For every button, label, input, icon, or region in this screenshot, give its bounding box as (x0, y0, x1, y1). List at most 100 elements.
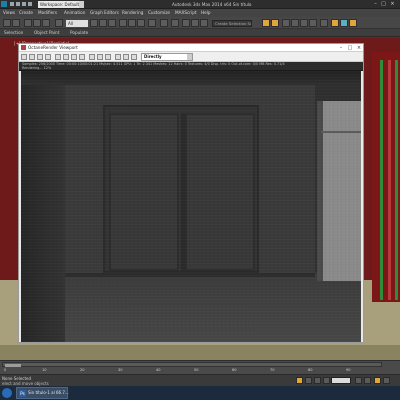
render-pause-icon[interactable] (37, 54, 43, 60)
start-button[interactable] (2, 388, 12, 398)
octane-logo-icon (21, 45, 26, 50)
clay-mode-icon[interactable] (115, 54, 121, 60)
link-icon[interactable] (24, 19, 32, 27)
tab-populate[interactable]: Populate (70, 29, 88, 37)
timeline-tick: 50 (194, 368, 199, 372)
schematic-view-icon[interactable] (309, 19, 317, 27)
zoom-icon[interactable] (355, 377, 362, 384)
material-picker-icon[interactable] (71, 54, 77, 60)
red-frame-object (388, 60, 391, 300)
pan-icon[interactable] (364, 377, 371, 384)
select-rotate-icon[interactable] (128, 19, 136, 27)
render-production-icon[interactable] (349, 19, 357, 27)
timeline-tick: 20 (80, 368, 85, 372)
angle-snap-icon[interactable] (191, 19, 199, 27)
rendered-frame-window-icon[interactable] (340, 19, 348, 27)
minimize-icon[interactable]: – (372, 1, 379, 7)
bind-space-warp-icon[interactable] (42, 19, 50, 27)
curve-editor-icon[interactable] (300, 19, 308, 27)
chevron-down-icon[interactable] (79, 1, 84, 8)
region-render-icon[interactable] (89, 54, 95, 60)
new-file-icon[interactable] (10, 2, 14, 6)
menu-item-views[interactable]: Views (3, 9, 15, 17)
close-icon[interactable]: × (355, 44, 363, 52)
render-setup-icon[interactable] (331, 19, 339, 27)
settings-icon[interactable] (131, 54, 137, 60)
tab-object-paint[interactable]: Object Paint (34, 29, 59, 37)
reference-coordinate-icon[interactable] (148, 19, 156, 27)
focus-picker-icon[interactable] (55, 54, 61, 60)
select-object-icon[interactable] (55, 19, 63, 27)
photoshop-icon: Ps (19, 390, 26, 397)
undo-icon[interactable] (28, 2, 32, 6)
selection-region-icon[interactable] (99, 19, 107, 27)
window-crossing-icon[interactable] (108, 19, 116, 27)
undo-icon[interactable] (3, 19, 11, 27)
timeline-tick: 30 (118, 368, 123, 372)
minimize-icon[interactable]: – (337, 44, 345, 52)
menu-item-modifiers[interactable]: Modifiers (38, 9, 57, 17)
next-frame-icon[interactable] (323, 377, 330, 384)
percent-snap-icon[interactable] (200, 19, 208, 27)
menu-item-graph-editors[interactable]: Graph Editors (90, 9, 119, 17)
octane-render-window: OctaneRender Viewport – □ × Directly Sam… (18, 43, 364, 343)
selection-filter-dropdown[interactable]: All (66, 20, 88, 27)
lock-resolution-icon[interactable] (97, 54, 103, 60)
render-canvas[interactable] (21, 71, 361, 342)
object-picker-icon[interactable] (79, 54, 85, 60)
taskbar-item-photoshop[interactable]: Ps Sin título-1 al 66.7... (16, 387, 69, 399)
open-file-icon[interactable] (16, 2, 20, 6)
orbit-icon[interactable] (374, 377, 381, 384)
menu-item-animation[interactable]: Animation (64, 9, 85, 17)
manipulate-icon[interactable] (171, 19, 179, 27)
select-move-icon[interactable] (119, 19, 127, 27)
timeline-tick: 90 (346, 368, 351, 372)
app-logo-icon[interactable] (1, 1, 7, 7)
save-image-icon[interactable] (105, 54, 111, 60)
close-icon[interactable]: × (389, 1, 396, 7)
save-file-icon[interactable] (22, 2, 26, 6)
material-editor-icon[interactable] (320, 19, 328, 27)
menu-item-create[interactable]: Create (19, 9, 33, 17)
auto-key-icon[interactable] (296, 377, 303, 384)
kernel-dropdown[interactable]: Directly (141, 53, 193, 61)
tab-selection[interactable]: Selection (4, 29, 23, 37)
select-scale-icon[interactable] (137, 19, 145, 27)
menu-item-rendering[interactable]: Rendering (122, 9, 143, 17)
current-frame-field[interactable] (331, 377, 351, 384)
timeline-tick: 80 (308, 368, 313, 372)
select-by-name-icon[interactable] (90, 19, 98, 27)
workspace-dropdown[interactable]: Workspace: Default (38, 1, 84, 8)
render-stop-icon[interactable] (29, 54, 35, 60)
align-icon[interactable] (271, 19, 279, 27)
timeline-tick: 0 (4, 368, 7, 372)
mirror-icon[interactable] (262, 19, 270, 27)
time-slider-thumb[interactable] (5, 364, 21, 367)
play-icon[interactable] (314, 377, 321, 384)
layer-explorer-icon[interactable] (282, 19, 290, 27)
timeline-tick: 70 (270, 368, 275, 372)
pivot-center-icon[interactable] (160, 19, 168, 27)
unlink-icon[interactable] (33, 19, 41, 27)
maximize-icon[interactable]: □ (346, 44, 354, 52)
render-start-icon[interactable] (21, 54, 27, 60)
named-selection-set-field[interactable]: Create Selection Se (212, 20, 252, 27)
maximize-viewport-icon[interactable] (383, 377, 390, 384)
chevron-down-icon[interactable] (187, 54, 192, 60)
redo-icon[interactable] (12, 19, 20, 27)
time-slider[interactable] (2, 362, 382, 367)
timeline-tick: 10 (42, 368, 47, 372)
snaps-toggle-icon[interactable] (182, 19, 190, 27)
octane-window-title: OctaneRender Viewport (28, 45, 78, 50)
menu-item-maxscript[interactable]: MAXScript (175, 9, 197, 17)
menu-item-customize[interactable]: Customize (148, 9, 170, 17)
maximize-icon[interactable]: □ (380, 1, 387, 7)
graphite-toolset-icon[interactable] (291, 19, 299, 27)
white-balance-icon[interactable] (63, 54, 69, 60)
set-key-icon[interactable] (305, 377, 312, 384)
sub-sampling-icon[interactable] (123, 54, 129, 60)
app-title: Autodesk 3ds Max 2014 x64 Sin título (172, 2, 252, 7)
restart-icon[interactable] (45, 54, 51, 60)
menu-bar: Views Create Modifiers Animation Graph E… (0, 9, 400, 17)
menu-item-help[interactable]: Help (201, 9, 211, 17)
